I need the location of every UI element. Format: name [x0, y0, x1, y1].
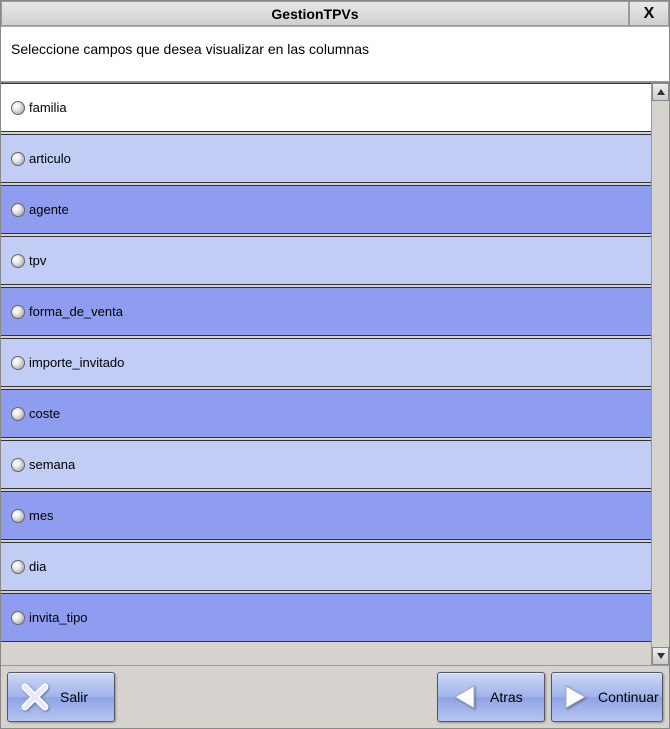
continuar-label: Continuar: [598, 689, 659, 705]
radio-icon[interactable]: [11, 254, 25, 268]
radio-icon[interactable]: [11, 611, 25, 625]
field-row[interactable]: invita_tipo: [1, 593, 651, 642]
titlebar: GestionTPVs X: [1, 1, 669, 27]
content-area: familia articulo agente tpv forma_de_ventaim…: [1, 82, 669, 665]
field-label: coste: [29, 406, 60, 421]
radio-icon[interactable]: [11, 356, 25, 370]
radio-icon[interactable]: [11, 101, 25, 115]
field-row[interactable]: forma_de_venta: [1, 287, 651, 336]
footer: Salir Atras Continuar: [1, 665, 669, 728]
radio-icon[interactable]: [11, 203, 25, 217]
arrow-right-icon: [562, 682, 588, 712]
field-label: mes: [29, 508, 54, 523]
atras-label: Atras: [490, 689, 523, 705]
radio-icon[interactable]: [11, 560, 25, 574]
radio-icon[interactable]: [11, 305, 25, 319]
field-label: familia: [29, 100, 67, 115]
field-row[interactable]: articulo: [1, 134, 651, 183]
salir-button[interactable]: Salir: [7, 672, 115, 722]
scrollbar[interactable]: [651, 83, 669, 665]
arrow-up-icon: [657, 89, 665, 95]
continuar-button[interactable]: Continuar: [551, 672, 663, 722]
arrow-left-icon: [450, 682, 480, 712]
field-label: semana: [29, 457, 75, 472]
field-row[interactable]: coste: [1, 389, 651, 438]
field-row[interactable]: importe_invitado: [1, 338, 651, 387]
footer-spacer: [121, 672, 431, 722]
salir-label: Salir: [60, 689, 88, 705]
field-row[interactable]: tpv: [1, 236, 651, 285]
field-row[interactable]: dia: [1, 542, 651, 591]
field-label: tpv: [29, 253, 46, 268]
field-label: importe_invitado: [29, 355, 124, 370]
arrow-down-icon: [657, 653, 665, 659]
scroll-up-button[interactable]: [652, 83, 669, 101]
field-row[interactable]: semana: [1, 440, 651, 489]
field-label: forma_de_venta: [29, 304, 123, 319]
close-button[interactable]: X: [629, 1, 669, 26]
app-window: GestionTPVs X Seleccione campos que dese…: [0, 0, 670, 729]
instructions-text: Seleccione campos que desea visualizar e…: [1, 27, 669, 82]
radio-icon[interactable]: [11, 458, 25, 472]
field-label: invita_tipo: [29, 610, 88, 625]
field-row[interactable]: familia: [1, 83, 651, 132]
field-label: agente: [29, 202, 69, 217]
x-icon: [20, 682, 50, 712]
scroll-track[interactable]: [652, 101, 669, 647]
window-title: GestionTPVs: [1, 1, 629, 26]
radio-icon[interactable]: [11, 407, 25, 421]
scroll-down-button[interactable]: [652, 647, 669, 665]
radio-icon[interactable]: [11, 509, 25, 523]
field-row[interactable]: mes: [1, 491, 651, 540]
field-list: familia articulo agente tpv forma_de_ventaim…: [1, 83, 651, 665]
field-label: dia: [29, 559, 46, 574]
radio-icon[interactable]: [11, 152, 25, 166]
field-label: articulo: [29, 151, 71, 166]
field-row[interactable]: agente: [1, 185, 651, 234]
atras-button[interactable]: Atras: [437, 672, 545, 722]
